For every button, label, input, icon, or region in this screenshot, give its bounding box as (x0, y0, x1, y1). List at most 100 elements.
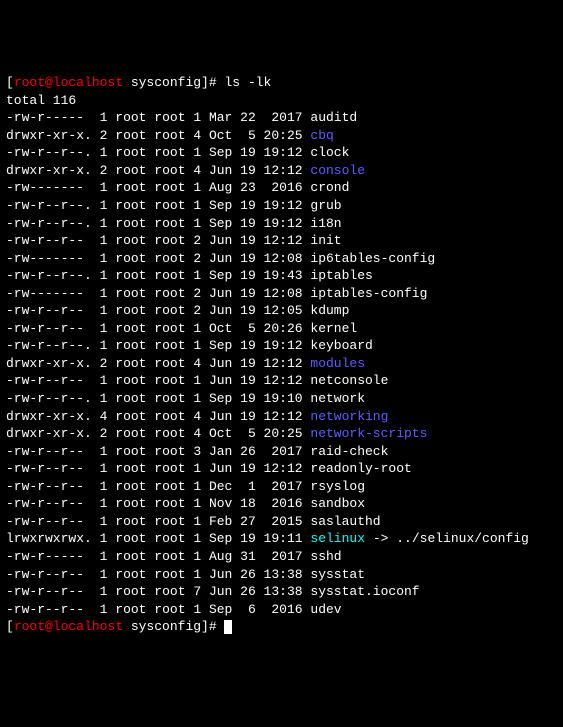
group: root (154, 479, 185, 494)
date: Jun 19 12:12 (209, 233, 303, 248)
group: root (154, 110, 185, 125)
file-row: -rw------- 1 root root 1 Aug 23 2016 cro… (6, 179, 557, 197)
date: Sep 19 19:12 (209, 198, 303, 213)
symlink-arrow: -> (373, 531, 389, 546)
group: root (154, 514, 185, 529)
date: Jan 26 2017 (209, 444, 303, 459)
size: 1 (193, 567, 201, 582)
file-name: crond (310, 180, 349, 195)
links: 1 (100, 110, 108, 125)
links: 2 (100, 128, 108, 143)
file-row: -rw-r--r-- 1 root root 1 Oct 5 20:26 ker… (6, 320, 557, 338)
links: 4 (100, 409, 108, 424)
file-row: -rw-r--r--. 1 root root 1 Sep 19 19:12 k… (6, 337, 557, 355)
perm: drwxr-xr-x. (6, 128, 92, 143)
perm: -rw-r--r--. (6, 338, 92, 353)
group: root (154, 233, 185, 248)
date: Nov 18 2016 (209, 496, 303, 511)
perm: -rw-r--r-- (6, 567, 92, 582)
links: 1 (100, 391, 108, 406)
file-name: saslauthd (310, 514, 380, 529)
file-row: drwxr-xr-x. 4 root root 4 Jun 19 12:12 n… (6, 408, 557, 426)
group: root (154, 198, 185, 213)
size: 1 (193, 391, 201, 406)
links: 1 (100, 180, 108, 195)
links: 1 (100, 268, 108, 283)
owner: root (115, 356, 146, 371)
file-row: -rw-r--r-- 1 root root 7 Jun 26 13:38 sy… (6, 583, 557, 601)
owner: root (115, 110, 146, 125)
perm: drwxr-xr-x. (6, 356, 92, 371)
date: Feb 27 2015 (209, 514, 303, 529)
owner: root (115, 514, 146, 529)
file-name: keyboard (310, 338, 372, 353)
group: root (154, 251, 185, 266)
group: root (154, 461, 185, 476)
file-row: -rw-r--r--. 1 root root 1 Sep 19 19:43 i… (6, 267, 557, 285)
date: Jun 26 13:38 (209, 567, 303, 582)
file-row: -rw-r--r-- 1 root root 1 Sep 6 2016 udev (6, 601, 557, 619)
cursor[interactable] (224, 620, 232, 634)
perm: -rw-r--r--. (6, 145, 92, 160)
file-name: modules (310, 356, 365, 371)
owner: root (115, 163, 146, 178)
size: 1 (193, 110, 201, 125)
group: root (154, 338, 185, 353)
date: Oct 5 20:25 (209, 128, 303, 143)
file-row: -rw-r--r-- 1 root root 1 Dec 1 2017 rsys… (6, 478, 557, 496)
file-name: network-scripts (310, 426, 427, 441)
prompt-symbol: # (209, 75, 225, 90)
command-text: ls -lk (224, 75, 271, 90)
size: 4 (193, 163, 201, 178)
owner: root (115, 373, 146, 388)
file-name: clock (310, 145, 349, 160)
group: root (154, 496, 185, 511)
perm: -rw-r--r-- (6, 373, 92, 388)
file-row: -rw------- 1 root root 2 Jun 19 12:08 ip… (6, 285, 557, 303)
date: Oct 5 20:25 (209, 426, 303, 441)
links: 2 (100, 426, 108, 441)
links: 1 (100, 444, 108, 459)
date: Jun 19 12:12 (209, 373, 303, 388)
size: 2 (193, 233, 201, 248)
links: 1 (100, 321, 108, 336)
links: 1 (100, 567, 108, 582)
group: root (154, 321, 185, 336)
perm: -rw-r----- (6, 110, 92, 125)
date: Aug 23 2016 (209, 180, 303, 195)
perm: -rw-r--r-- (6, 514, 92, 529)
owner: root (115, 268, 146, 283)
links: 1 (100, 549, 108, 564)
links: 1 (100, 251, 108, 266)
file-name: init (310, 233, 341, 248)
file-name: selinux (310, 531, 365, 546)
size: 1 (193, 461, 201, 476)
file-row: -rw-r--r--. 1 root root 1 Sep 19 19:10 n… (6, 390, 557, 408)
links: 1 (100, 602, 108, 617)
perm: lrwxrwxrwx. (6, 531, 92, 546)
date: Oct 5 20:26 (209, 321, 303, 336)
terminal-output: [root@localhost sysconfig]# ls -lktotal … (6, 74, 557, 636)
links: 2 (100, 163, 108, 178)
owner: root (115, 567, 146, 582)
perm: -rw-r--r-- (6, 584, 92, 599)
owner: root (115, 409, 146, 424)
size: 1 (193, 479, 201, 494)
date: Jun 19 12:05 (209, 303, 303, 318)
file-name: kernel (310, 321, 357, 336)
perm: -rw-r--r-- (6, 444, 92, 459)
file-row: -rw-r--r-- 1 root root 3 Jan 26 2017 rai… (6, 443, 557, 461)
perm: -rw-r--r-- (6, 461, 92, 476)
size: 1 (193, 321, 201, 336)
date: Mar 22 2017 (209, 110, 303, 125)
file-name: sandbox (310, 496, 365, 511)
date: Aug 31 2017 (209, 549, 303, 564)
links: 1 (100, 145, 108, 160)
date: Jun 26 13:38 (209, 584, 303, 599)
owner: root (115, 391, 146, 406)
file-row: drwxr-xr-x. 2 root root 4 Oct 5 20:25 cb… (6, 127, 557, 145)
file-name: sshd (310, 549, 341, 564)
perm: -rw-r--r--. (6, 391, 92, 406)
prompt-line[interactable]: [root@localhost sysconfig]# (6, 618, 557, 636)
file-row: -rw-r--r-- 1 root root 1 Jun 19 12:12 re… (6, 460, 557, 478)
